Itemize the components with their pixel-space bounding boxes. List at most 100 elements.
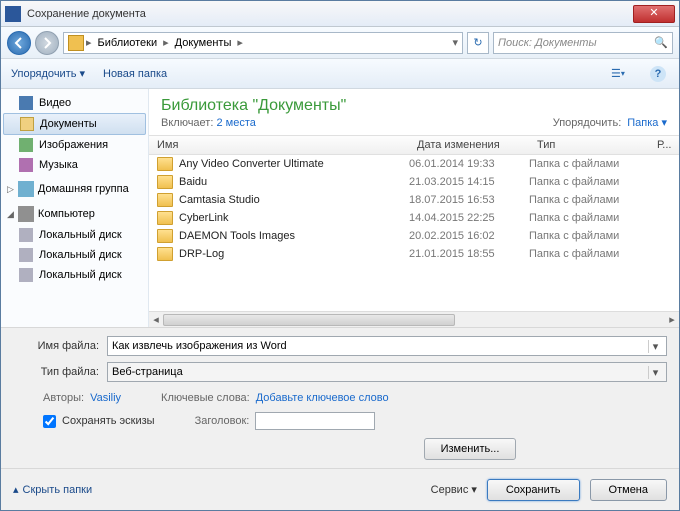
sidebar-group-homegroup[interactable]: ▷Домашняя группа [1, 175, 148, 200]
chevron-down-icon: ▾ [471, 483, 477, 496]
sidebar-item-disk[interactable]: Локальный диск [1, 265, 148, 285]
keywords-label: Ключевые слова: [161, 392, 250, 404]
save-fields: Имя файла: Как извлечь изображения из Wo… [1, 327, 679, 468]
scroll-left-icon[interactable]: ◂ [149, 313, 163, 326]
sidebar-item-documents[interactable]: Документы [3, 113, 146, 135]
library-subtitle: Включает: 2 места [161, 117, 553, 129]
authors-label: Авторы: [43, 392, 84, 404]
table-row[interactable]: DRP-Log21.01.2015 18:55Папка с файлами [149, 245, 679, 263]
new-folder-button[interactable]: Новая папка [103, 68, 167, 80]
folder-icon [157, 247, 173, 261]
organize-button[interactable]: Упорядочить▾ [11, 67, 85, 80]
library-header: Библиотека "Документы" Включает: 2 места… [149, 89, 679, 135]
file-name: CyberLink [179, 212, 409, 224]
file-type: Папка с файлами [529, 176, 649, 188]
table-row[interactable]: Any Video Converter Ultimate06.01.2014 1… [149, 155, 679, 173]
forward-button[interactable] [35, 31, 59, 55]
filename-label: Имя файла: [13, 340, 99, 352]
file-date: 14.04.2015 22:25 [409, 212, 529, 224]
sidebar-item-images[interactable]: Изображения [1, 135, 148, 155]
authors-value[interactable]: Vasiliy [90, 392, 121, 404]
file-name: Baidu [179, 176, 409, 188]
window-title: Сохранение документа [27, 8, 633, 20]
filename-input[interactable]: Как извлечь изображения из Word▾ [107, 336, 667, 356]
arrow-right-icon [41, 37, 53, 49]
chevron-down-icon: ▾ [79, 67, 85, 80]
folder-icon [157, 211, 173, 225]
chevron-right-icon: ▸ [86, 36, 92, 49]
file-date: 21.03.2015 14:15 [409, 176, 529, 188]
disk-icon [19, 248, 33, 262]
table-row[interactable]: Baidu21.03.2015 14:15Папка с файлами [149, 173, 679, 191]
scroll-thumb[interactable] [163, 314, 455, 326]
arrow-left-icon [13, 37, 25, 49]
table-row[interactable]: Camtasia Studio18.07.2015 16:53Папка с ф… [149, 191, 679, 209]
save-thumbs-label: Сохранять эскизы [62, 415, 155, 427]
refresh-icon: ↻ [473, 36, 482, 49]
document-icon [20, 117, 34, 131]
horizontal-scrollbar[interactable]: ◂ ▸ [149, 311, 679, 327]
refresh-button[interactable]: ↻ [467, 32, 489, 54]
service-dropdown[interactable]: Сервис ▾ [431, 483, 477, 496]
search-input[interactable]: Поиск: Документы 🔍 [493, 32, 673, 54]
scroll-right-icon[interactable]: ▸ [665, 313, 679, 326]
computer-icon [18, 206, 34, 222]
filetype-dropdown[interactable]: Веб-страница▾ [107, 362, 667, 382]
breadcrumb-seg[interactable]: Документы [171, 37, 236, 49]
video-icon [19, 96, 33, 110]
folder-icon [157, 175, 173, 189]
hide-folders-button[interactable]: ▴ Скрыть папки [13, 483, 92, 496]
help-button[interactable]: ? [647, 64, 669, 84]
table-row[interactable]: CyberLink14.04.2015 22:25Папка с файлами [149, 209, 679, 227]
file-type: Папка с файлами [529, 212, 649, 224]
titlebar: Сохранение документа ✕ [1, 1, 679, 27]
change-button[interactable]: Изменить... [424, 438, 517, 460]
list-icon: ☰ [611, 67, 621, 80]
toolbar: Упорядочить▾ Новая папка ☰▾ ? [1, 59, 679, 89]
sidebar-group-computer[interactable]: ◢Компьютер [1, 200, 148, 225]
title-input[interactable] [255, 412, 375, 430]
save-button[interactable]: Сохранить [487, 479, 580, 501]
view-mode-button[interactable]: ☰▾ [607, 64, 629, 84]
file-date: 20.02.2015 16:02 [409, 230, 529, 242]
file-type: Папка с файлами [529, 230, 649, 242]
triangle-icon: ▷ [7, 184, 14, 195]
chevron-down-icon[interactable]: ▾ [648, 366, 662, 379]
col-size[interactable]: Р... [649, 139, 679, 151]
chevron-down-icon: ▾ [661, 117, 667, 129]
file-type: Папка с файлами [529, 194, 649, 206]
save-thumbs-checkbox[interactable] [43, 415, 56, 428]
col-type[interactable]: Тип [529, 139, 649, 151]
keywords-value[interactable]: Добавьте ключевое слово [256, 392, 389, 404]
includes-link[interactable]: 2 места [216, 117, 255, 129]
sidebar-item-video[interactable]: Видео [1, 93, 148, 113]
close-button[interactable]: ✕ [633, 5, 675, 23]
file-list[interactable]: Any Video Converter Ultimate06.01.2014 1… [149, 155, 679, 311]
col-name[interactable]: Имя [149, 139, 409, 151]
library-title: Библиотека "Документы" [161, 97, 553, 115]
sidebar-item-music[interactable]: Музыка [1, 155, 148, 175]
homegroup-icon [18, 181, 34, 197]
help-icon: ? [650, 66, 666, 82]
sidebar-item-disk[interactable]: Локальный диск [1, 245, 148, 265]
save-dialog: Сохранение документа ✕ ▸ Библиотеки ▸ До… [0, 0, 680, 511]
table-row[interactable]: DAEMON Tools Images20.02.2015 16:02Папка… [149, 227, 679, 245]
footer: ▴ Скрыть папки Сервис ▾ Сохранить Отмена [1, 468, 679, 510]
image-icon [19, 138, 33, 152]
chevron-up-icon: ▴ [13, 483, 19, 496]
chevron-down-icon[interactable]: ▾ [452, 36, 458, 49]
disk-icon [19, 268, 33, 282]
col-date[interactable]: Дата изменения [409, 139, 529, 151]
cancel-button[interactable]: Отмена [590, 479, 667, 501]
chevron-down-icon[interactable]: ▾ [648, 340, 662, 353]
triangle-down-icon: ◢ [7, 209, 14, 220]
file-name: DAEMON Tools Images [179, 230, 409, 242]
sidebar-item-disk[interactable]: Локальный диск [1, 225, 148, 245]
breadcrumb[interactable]: ▸ Библиотеки ▸ Документы ▸ ▾ [63, 32, 463, 54]
back-button[interactable] [7, 31, 31, 55]
file-name: DRP-Log [179, 248, 409, 260]
breadcrumb-seg[interactable]: Библиотеки [94, 37, 162, 49]
arrange-dropdown[interactable]: Папка ▾ [627, 116, 667, 129]
search-icon: 🔍 [654, 36, 668, 49]
arrange-label: Упорядочить: [553, 117, 622, 129]
